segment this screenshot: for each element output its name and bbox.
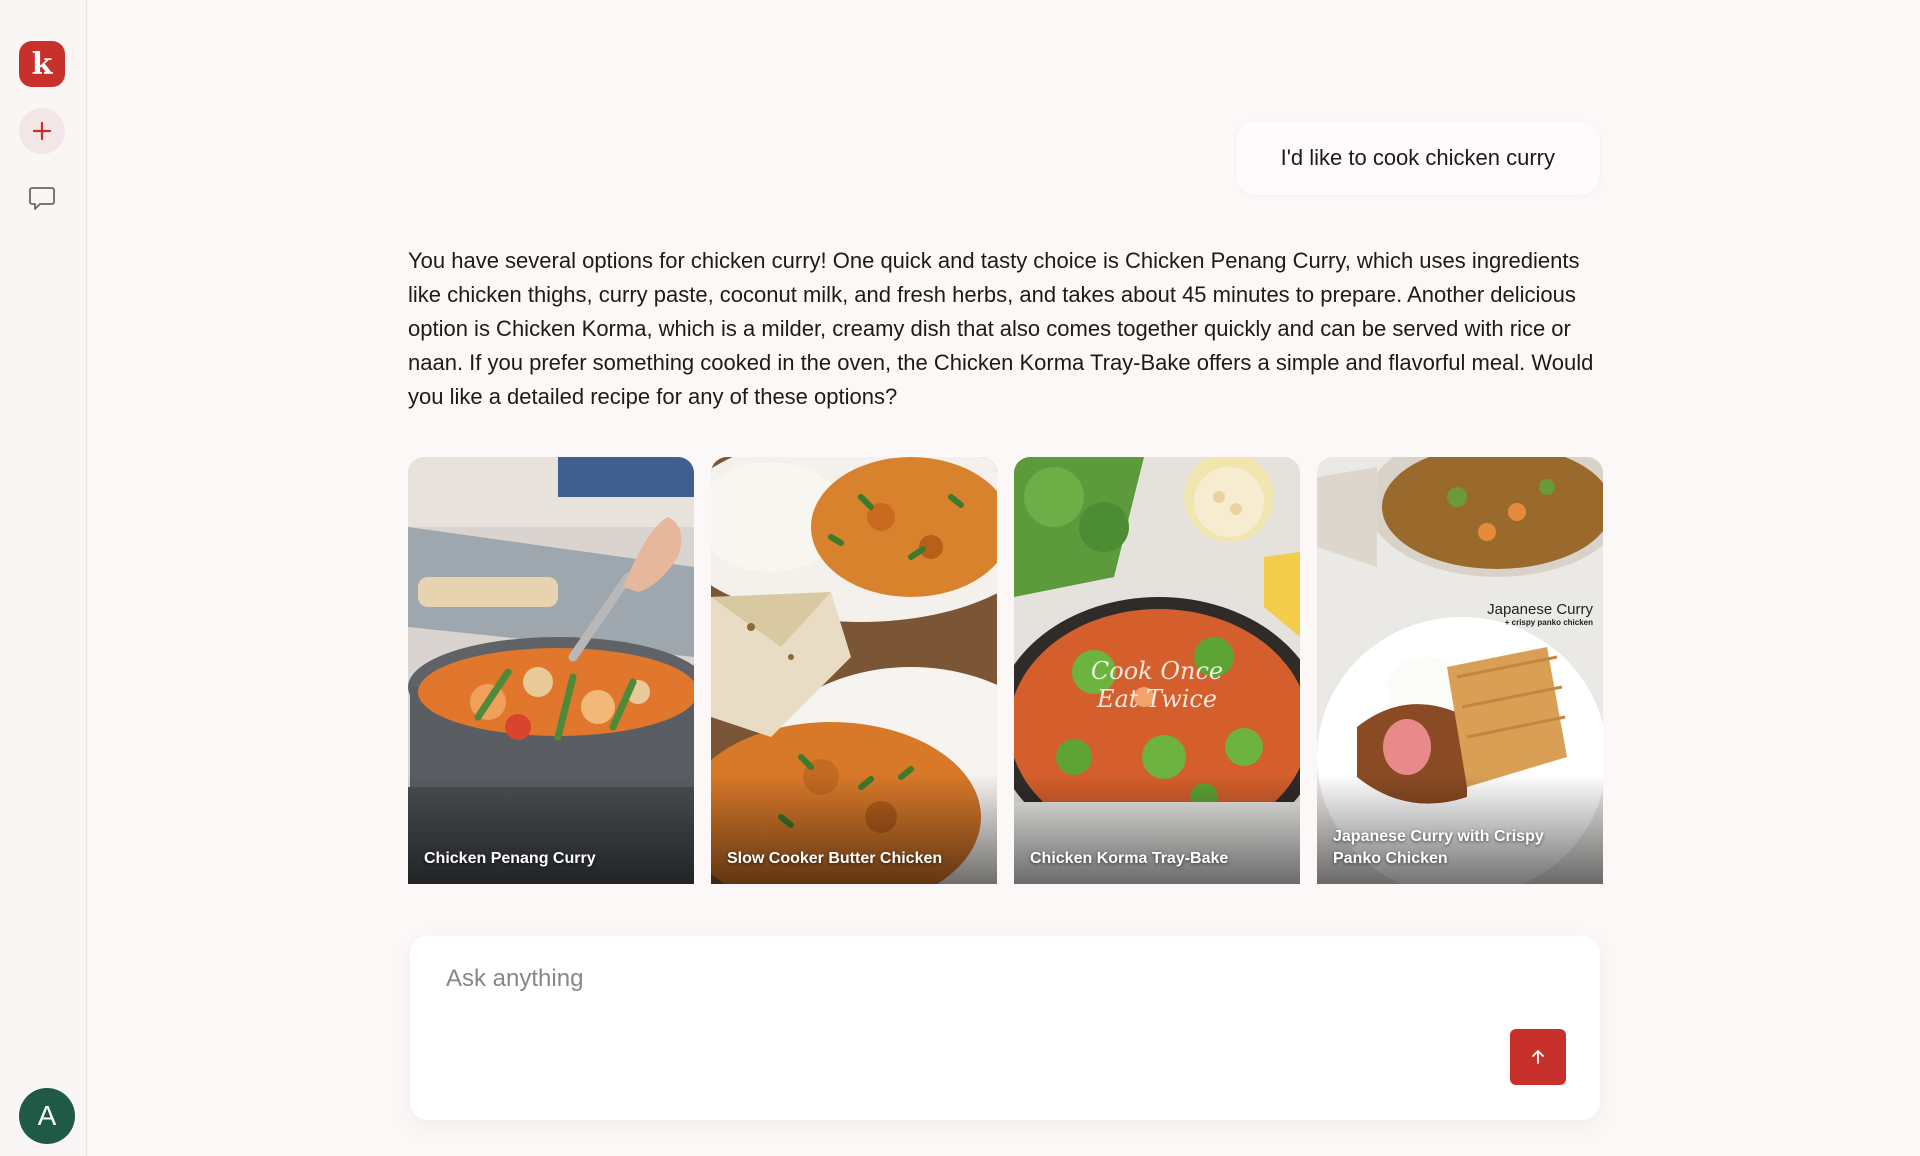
- logo-letter: k: [31, 46, 53, 82]
- send-button[interactable]: [1510, 1029, 1566, 1085]
- chat-bubble-icon: [29, 187, 55, 210]
- recipe-title: Slow Cooker Butter Chicken: [727, 850, 943, 867]
- image-caption-line-2: + crispy panko chicken: [1504, 618, 1593, 627]
- avatar-initial: A: [37, 1100, 57, 1131]
- overlay-line-1: Cook Once: [1090, 657, 1224, 685]
- image-caption-line-1: Japanese Curry: [1487, 601, 1593, 618]
- user-message: I'd like to cook chicken curry: [1235, 121, 1600, 195]
- recipe-title: Chicken Korma Tray-Bake: [1030, 850, 1229, 867]
- plus-icon: [32, 121, 52, 141]
- chat-history-button[interactable]: [22, 178, 62, 218]
- image-caption: Japanese Curry + crispy panko chicken: [1487, 601, 1593, 627]
- user-message-text: I'd like to cook chicken curry: [1280, 145, 1555, 170]
- recipe-card[interactable]: Slow Cooker Butter Chicken: [711, 457, 997, 884]
- assistant-message: You have several options for chicken cur…: [408, 248, 1594, 409]
- message-composer: [410, 936, 1600, 1120]
- overlay-line-2: Eat Twice: [1096, 685, 1218, 713]
- recipe-title: Chicken Penang Curry: [424, 850, 596, 867]
- arrow-up-icon: [1532, 1050, 1544, 1064]
- new-chat-button[interactable]: [19, 108, 65, 154]
- user-avatar[interactable]: A: [19, 1088, 75, 1144]
- recipe-card[interactable]: Chicken Penang Curry: [408, 457, 694, 884]
- app-logo[interactable]: k: [19, 41, 65, 87]
- image-overlay-text: Cook Once Eat Twice: [1014, 657, 1300, 713]
- recipe-card[interactable]: Cook Once Eat Twice Chicken Korma Tray-B…: [1014, 457, 1300, 884]
- ask-input[interactable]: [444, 964, 1444, 994]
- sidebar: k A: [0, 0, 87, 1156]
- recipe-card[interactable]: Japanese Curry + crispy panko chicken Ja…: [1317, 457, 1603, 884]
- recipe-cards: Chicken Penang Curry Slow Cooker Butter …: [408, 457, 1603, 884]
- recipe-title: Japanese Curry with Crispy Panko Chicken: [1333, 828, 1544, 867]
